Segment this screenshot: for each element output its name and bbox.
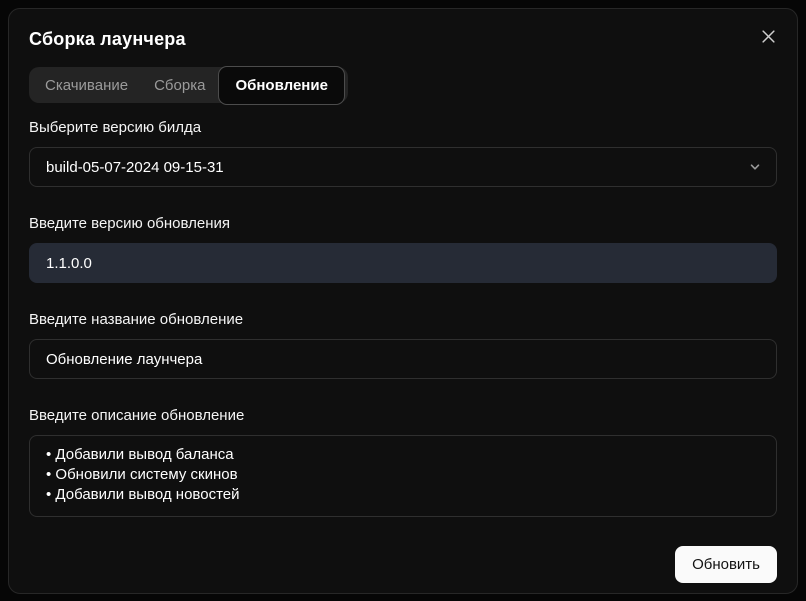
modal-header: Сборка лаунчера xyxy=(29,29,777,50)
update-description-textarea[interactable]: • Добавили вывод баланса • Обновили сист… xyxy=(29,435,777,517)
build-version-label: Выберите версию билда xyxy=(29,119,777,137)
update-submit-button[interactable]: Обновить xyxy=(675,546,777,583)
update-version-input[interactable] xyxy=(29,243,777,283)
update-version-label: Введите версию обновления xyxy=(29,215,777,233)
build-version-selected-value: build-05-07-2024 09-15-31 xyxy=(46,159,224,176)
update-name-input[interactable] xyxy=(29,339,777,379)
close-icon xyxy=(761,29,776,44)
close-button[interactable] xyxy=(757,25,779,47)
tab-update[interactable]: Обновление xyxy=(218,66,344,105)
tab-download[interactable]: Скачивание xyxy=(32,69,141,102)
build-version-field-group: Выберите версию билда build-05-07-2024 0… xyxy=(29,119,777,187)
tab-build[interactable]: Сборка xyxy=(141,69,218,102)
modal-footer: Обновить xyxy=(29,546,777,583)
chevron-down-icon xyxy=(748,160,762,174)
update-description-field-group: Введите описание обновление • Добавили в… xyxy=(29,407,777,522)
launcher-build-modal: Сборка лаунчера Скачивание Сборка Обновл… xyxy=(8,8,798,594)
update-description-label: Введите описание обновление xyxy=(29,407,777,425)
update-name-label: Введите название обновление xyxy=(29,311,777,329)
modal-title: Сборка лаунчера xyxy=(29,29,777,50)
tab-list: Скачивание Сборка Обновление xyxy=(29,67,348,103)
update-version-field-group: Введите версию обновления xyxy=(29,215,777,283)
build-version-select[interactable]: build-05-07-2024 09-15-31 xyxy=(29,147,777,187)
update-name-field-group: Введите название обновление xyxy=(29,311,777,379)
